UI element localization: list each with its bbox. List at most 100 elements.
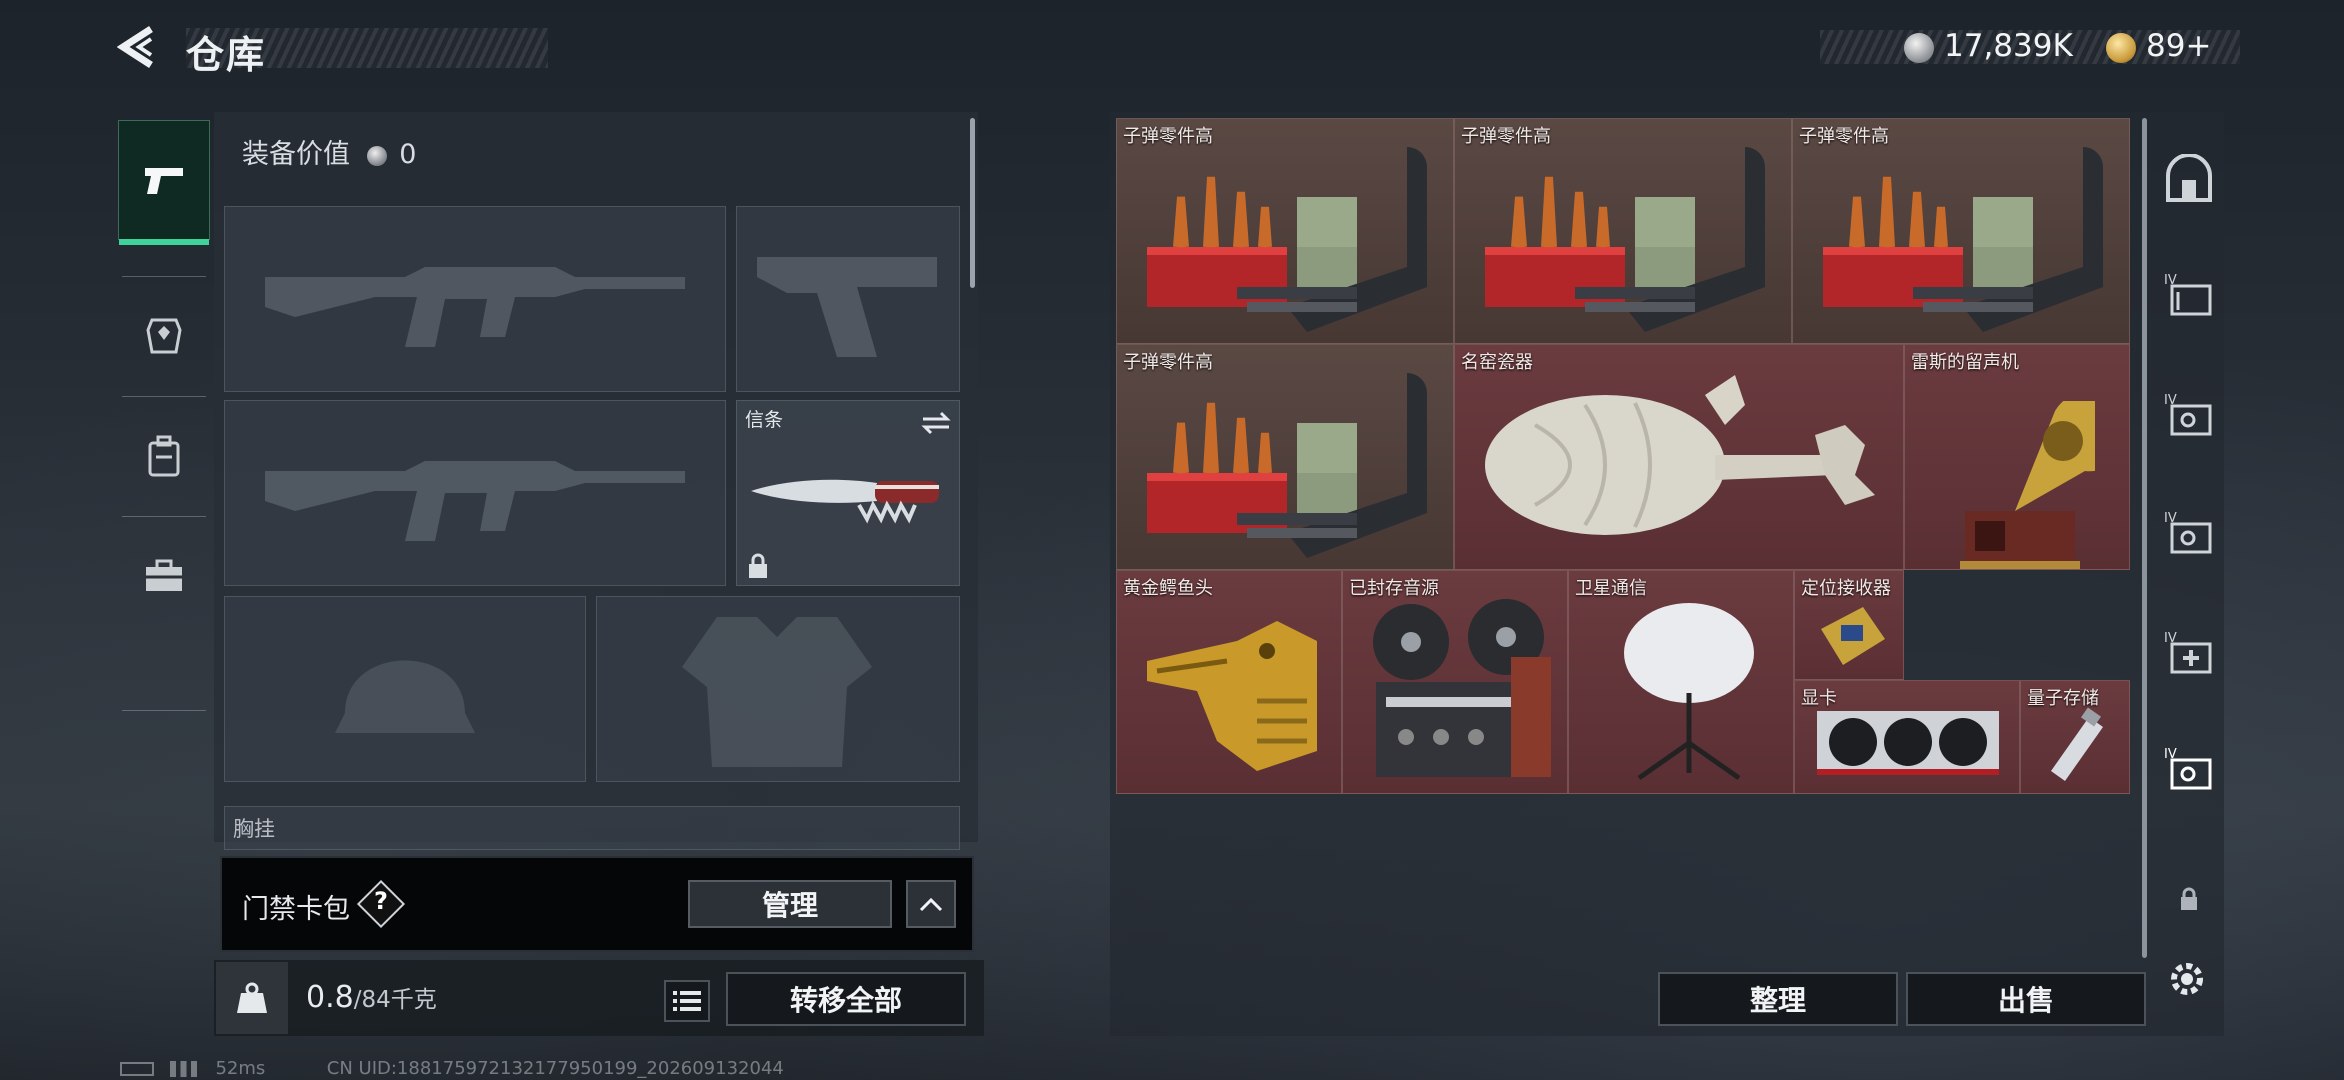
swap-icon[interactable] bbox=[921, 411, 951, 435]
usb-drive-icon bbox=[2051, 707, 2103, 781]
knife-icon bbox=[751, 479, 939, 524]
container-tab-4[interactable]: IV bbox=[2160, 624, 2218, 682]
weight-icon-box bbox=[216, 962, 288, 1034]
chest-rig-slot[interactable]: 胸挂 bbox=[224, 806, 960, 850]
tab-armor[interactable] bbox=[118, 276, 210, 396]
item-name: 子弹零件高 bbox=[1123, 126, 1213, 147]
tab-backpack[interactable] bbox=[118, 396, 210, 516]
list-icon bbox=[673, 991, 701, 1011]
tab-case[interactable] bbox=[118, 516, 210, 636]
chevron-up-icon bbox=[919, 897, 943, 912]
manage-button[interactable]: 管理 bbox=[688, 880, 892, 928]
locked-slot bbox=[2160, 870, 2218, 928]
back-button[interactable] bbox=[112, 22, 162, 72]
page-title: 仓库 bbox=[186, 33, 267, 77]
backpack-icon bbox=[148, 435, 180, 477]
loadout-scrollbar[interactable] bbox=[970, 118, 975, 288]
currency-silver: 17,839K bbox=[1944, 28, 2073, 64]
grid-item[interactable]: 子弹零件高 bbox=[1792, 118, 2130, 344]
storage-key-icon: IV bbox=[2164, 747, 2212, 790]
primary-weapon-slot[interactable] bbox=[224, 206, 726, 392]
container-tab-3[interactable]: IV bbox=[2160, 504, 2218, 562]
secondary-rifle-slot[interactable] bbox=[224, 400, 726, 586]
organize-button[interactable]: 整理 bbox=[1658, 972, 1898, 1026]
storage-key-icon: IV bbox=[2164, 511, 2212, 554]
help-icon[interactable]: ? bbox=[372, 887, 390, 915]
armor-slot[interactable] bbox=[596, 596, 960, 782]
item-name: 已封存音源 bbox=[1349, 578, 1439, 599]
satellite-dish-icon bbox=[1624, 603, 1754, 781]
rifle-silhouette-icon bbox=[265, 267, 685, 347]
storage-key-icon: IV bbox=[2164, 393, 2212, 436]
weight-readout: 0.8/84千克 bbox=[306, 980, 437, 1015]
gramophone-icon bbox=[1960, 401, 2095, 569]
grid-item[interactable]: 名窑瓷器 bbox=[1454, 344, 1904, 570]
reel-tape-recorder-icon bbox=[1373, 599, 1551, 777]
helmet-slot[interactable] bbox=[224, 596, 586, 782]
equip-value-label: 装备价值 bbox=[242, 139, 350, 170]
settings-icon bbox=[2171, 963, 2203, 995]
ammo-crate-icon bbox=[1147, 373, 1427, 558]
currency-gold[interactable]: 89+ bbox=[2146, 28, 2211, 64]
uid-text: CN UID:188175972132177950199_20260913204… bbox=[326, 1058, 784, 1079]
pistol-silhouette-icon bbox=[757, 257, 937, 357]
tab-weapons[interactable] bbox=[118, 120, 210, 245]
grid-item[interactable]: 子弹零件高 bbox=[1454, 118, 1792, 344]
silver-coin-icon bbox=[366, 145, 387, 166]
storage-medical-icon: IV bbox=[2164, 631, 2212, 674]
sell-button[interactable]: 出售 bbox=[1906, 972, 2146, 1026]
grid-item[interactable]: 定位接收器 bbox=[1794, 570, 1904, 680]
silver-coin-icon bbox=[1904, 33, 1934, 63]
safe-icon bbox=[2166, 154, 2212, 202]
grid-item[interactable]: 已封存音源 bbox=[1342, 570, 1568, 794]
ammo-crate-icon bbox=[1485, 147, 1765, 332]
item-name: 显卡 bbox=[1801, 688, 1837, 709]
keycard-label: 门禁卡包 bbox=[242, 894, 350, 925]
grid-item[interactable]: 子弹零件高 bbox=[1116, 118, 1454, 344]
weight-icon bbox=[237, 982, 267, 1013]
category-tabs bbox=[118, 118, 210, 714]
secondary-weapon-slot[interactable] bbox=[736, 206, 960, 392]
battery-icon bbox=[120, 1062, 154, 1076]
vest-silhouette-icon bbox=[682, 617, 872, 767]
settings-button[interactable] bbox=[2162, 954, 2212, 1004]
expand-button[interactable] bbox=[906, 880, 956, 928]
safe-tab[interactable] bbox=[2160, 150, 2218, 208]
briefcase-icon bbox=[146, 559, 182, 591]
container-tab-5[interactable]: IV bbox=[2160, 740, 2218, 798]
item-name: 定位接收器 bbox=[1801, 578, 1891, 599]
graphics-card-icon bbox=[1817, 711, 1999, 775]
grid-item[interactable]: 量子存储 bbox=[2020, 680, 2130, 794]
transfer-all-button[interactable]: 转移全部 bbox=[726, 972, 966, 1026]
melee-slot[interactable]: 信条 bbox=[736, 400, 960, 586]
grid-item[interactable]: 黄金鳄鱼头 bbox=[1116, 570, 1342, 794]
grid-item[interactable]: 雷斯的留声机 bbox=[1904, 344, 2130, 570]
equip-value: 装备价值 0 bbox=[242, 132, 416, 171]
ammo-crate-icon bbox=[1823, 147, 2103, 332]
equip-value-number: 0 bbox=[399, 139, 417, 170]
signal-icon bbox=[169, 1061, 200, 1077]
grid-item[interactable]: 显卡 bbox=[1794, 680, 2020, 794]
list-view-button[interactable] bbox=[664, 980, 710, 1022]
porcelain-vase-icon bbox=[1485, 375, 1875, 535]
melee-slot-label: 信条 bbox=[745, 409, 784, 431]
gold-coin-icon bbox=[2106, 33, 2136, 63]
helmet-silhouette-icon bbox=[335, 660, 475, 733]
warehouse-grid: 子弹零件高 子弹零件高 子弹零件高 子弹零件高 名窑瓷器 雷斯的留声机 黄金鳄鱼… bbox=[1116, 118, 2130, 794]
lock-icon bbox=[749, 553, 767, 578]
ping-text: 52ms bbox=[215, 1058, 266, 1079]
grid-item[interactable]: 卫星通信 bbox=[1568, 570, 1794, 794]
status-bar: 52ms CN UID:188175972132177950199_202609… bbox=[120, 1058, 784, 1079]
item-name: 子弹零件高 bbox=[1123, 352, 1213, 373]
container-tabs: IV IV IV IV IV bbox=[2146, 118, 2232, 978]
item-name: 子弹零件高 bbox=[1461, 126, 1551, 147]
back-arrow-icon bbox=[117, 26, 153, 68]
chest-rig-label: 胸挂 bbox=[233, 817, 275, 841]
grid-item[interactable]: 子弹零件高 bbox=[1116, 344, 1454, 570]
pistol-icon bbox=[145, 168, 183, 194]
item-name: 量子存储 bbox=[2027, 688, 2099, 709]
item-name: 雷斯的留声机 bbox=[1911, 352, 2019, 373]
container-tab-1[interactable]: IV bbox=[2160, 266, 2218, 324]
container-tab-2[interactable]: IV bbox=[2160, 386, 2218, 444]
storage-box-icon: IV bbox=[2164, 273, 2212, 316]
